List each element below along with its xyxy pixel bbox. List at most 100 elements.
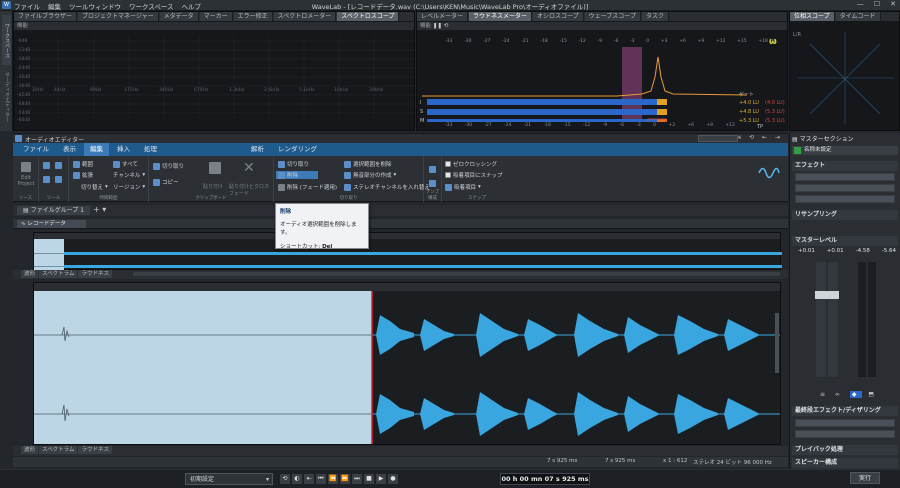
tab-ribbon-file[interactable]: ファイル — [17, 143, 55, 156]
tab-phase-scope[interactable]: 位相スコープ — [790, 12, 835, 21]
select-all-button[interactable]: すべて — [113, 160, 138, 168]
tab-ribbon-render[interactable]: レンダリング — [272, 143, 323, 156]
tab-file-browser[interactable]: ファイルブラウザー — [14, 12, 78, 21]
paste-button[interactable]: 貼り付け — [203, 183, 223, 190]
final-effect-slot[interactable] — [795, 430, 895, 438]
effect-slot[interactable] — [795, 195, 895, 203]
loudness-function-menu[interactable]: 機能 ❚❚ ⟲ — [417, 22, 787, 30]
goto-end-icon[interactable]: ⏭ — [352, 474, 362, 484]
edit-project-button[interactable]: Edit Project — [15, 175, 37, 187]
paste-icon[interactable] — [209, 162, 221, 174]
tab-spectroscope[interactable]: スペクトロスコープ — [337, 12, 400, 21]
speaker-config-header[interactable]: スピーカー構成 — [792, 458, 898, 468]
spectroscope-function-menu[interactable]: 機能 — [14, 22, 414, 30]
effect-slot[interactable] — [795, 184, 895, 192]
goto-start-icon[interactable]: ⏮ — [316, 474, 326, 484]
tab-ribbon-insert[interactable]: 挿入 — [111, 143, 136, 156]
tab-project-manager[interactable]: プロジェクトマネージャー — [78, 12, 159, 21]
extend-button[interactable]: 拡張 — [73, 171, 93, 179]
forward-icon[interactable]: ⏩ — [340, 474, 350, 484]
tab-wavescope[interactable]: ウェーブスコープ — [584, 12, 641, 21]
maximize-icon[interactable]: ☐ — [874, 0, 880, 8]
stop-icon[interactable]: ■ — [364, 474, 374, 484]
cursor-position[interactable]: 7 s 925 ms — [547, 458, 577, 464]
audio-editor-strip-tab[interactable]: オーディオエディター — [2, 69, 11, 124]
master-preset[interactable]: 名称未設定 — [792, 146, 898, 155]
magnet-items-button[interactable]: 吸着項目 ▾ — [445, 183, 481, 191]
range-button[interactable]: 範囲 — [73, 160, 93, 168]
power-icon[interactable] — [794, 147, 801, 154]
main-waveform[interactable] — [33, 282, 781, 445]
channel-button[interactable]: チャンネル ▾ — [113, 171, 145, 179]
resampling-header[interactable]: リサンプリング — [792, 210, 898, 220]
play-tool-icon[interactable] — [55, 176, 62, 183]
render-button[interactable]: 実行 — [850, 472, 880, 484]
add-file-group-icon[interactable]: + ▾ — [93, 205, 106, 214]
tab-level-meter[interactable]: レベルメーター — [417, 12, 469, 21]
swap-channels-button[interactable]: ステレオチャンネルを入れ替え — [344, 183, 430, 191]
final-effects-header[interactable]: 最終段エフェクト/ディザリング — [792, 406, 898, 416]
view-tab-loudness[interactable]: ラウドネス — [78, 446, 112, 454]
view-tab-spectrum[interactable]: スペクトラム — [39, 446, 78, 454]
arrow-tool-icon[interactable] — [43, 162, 50, 169]
close-icon[interactable]: ✕ — [890, 0, 896, 8]
tab-ribbon-analyze[interactable]: 解析 — [245, 143, 270, 156]
region-button[interactable]: リージョン ▾ — [113, 183, 145, 191]
vertical-scrollbar[interactable] — [775, 313, 779, 373]
temp-icon[interactable] — [429, 166, 436, 173]
time-display[interactable]: 00 h 00 mn 07 s 925 ms — [500, 473, 590, 485]
playback-processing-header[interactable]: プレイバック処理 — [792, 445, 898, 455]
zoom-factor[interactable]: x 1 : 612 — [663, 458, 687, 464]
tab-ribbon-process[interactable]: 処理 — [138, 143, 163, 156]
file-group-tab[interactable]: ▤ ファイルグループ 1 — [17, 206, 90, 215]
tab-timecode[interactable]: タイムコード — [835, 12, 881, 21]
tab-loudness-meter[interactable]: ラウドネスメーター — [469, 12, 533, 21]
copy-button[interactable]: コピー — [153, 178, 179, 186]
trim-button[interactable]: 切り取り — [278, 160, 309, 168]
rewind-icon[interactable]: ⏪ — [328, 474, 338, 484]
view-tab-spectrum[interactable]: スペクトラム — [39, 270, 78, 278]
tab-tasks[interactable]: タスク — [641, 12, 669, 21]
zero-crossing-checkbox[interactable]: ゼロクロッシング — [445, 160, 497, 168]
start-icon[interactable]: ⇤ — [304, 474, 314, 484]
selection-length[interactable]: 7 s 925 ms — [605, 458, 635, 464]
tab-spectrometer[interactable]: スペクトロメーター — [273, 12, 337, 21]
effects-header[interactable]: エフェクト — [792, 161, 898, 171]
final-effect-slot[interactable] — [795, 419, 895, 427]
view-tab-waveform[interactable]: 波形 — [21, 446, 39, 454]
pause-icon[interactable]: ❚❚ ⟲ — [433, 23, 449, 29]
transport-preset-dropdown[interactable]: 初期設定 ▾ — [185, 473, 273, 485]
toggle-button[interactable]: 切り替え ▾ — [81, 183, 108, 191]
mute-range-button[interactable]: 選択範囲を削除 — [344, 160, 392, 168]
view-tab-loudness[interactable]: ラウドネス — [78, 270, 112, 278]
tab-ribbon-edit[interactable]: 編集 — [84, 143, 109, 156]
workspace-strip-tab[interactable]: ワークスペース — [2, 15, 11, 65]
audio-format[interactable]: ステレオ 24 ビット 96 000 Hz — [693, 458, 772, 466]
temp-icon-2[interactable] — [429, 180, 436, 187]
tab-ribbon-view[interactable]: 表示 — [57, 143, 82, 156]
pencil-tool-icon[interactable] — [43, 176, 50, 183]
tab-error-correction[interactable]: エラー修正 — [233, 12, 273, 21]
document-tab[interactable]: ∿ レコードデータ — [17, 220, 86, 228]
master-meter-buttons[interactable]: ≡ ∞ ◆ ⬒ — [820, 391, 878, 398]
tab-oscilloscope[interactable]: オシロスコープ — [533, 12, 584, 21]
play-icon[interactable]: ▶ — [376, 474, 386, 484]
overview-waveform[interactable] — [33, 232, 782, 271]
effect-slot[interactable] — [795, 173, 895, 181]
tab-metadata[interactable]: メタデータ — [159, 12, 199, 21]
create-silence-button[interactable]: 無音部分の作成 ▾ — [344, 171, 396, 179]
delete-fade-button[interactable]: 削除 (フェード適用) — [278, 183, 337, 191]
punch-icon[interactable]: ◐ — [292, 474, 302, 484]
timeline-ruler[interactable] — [34, 283, 780, 291]
loop-icon[interactable]: ⟲ — [280, 474, 290, 484]
delete-button[interactable]: 削除 — [276, 171, 319, 179]
snap-to-magnet-checkbox[interactable]: 吸着項目にスナップ — [445, 171, 503, 179]
view-tab-waveform[interactable]: 波形 — [21, 270, 39, 278]
overview-scrollbar[interactable] — [132, 272, 780, 276]
tab-markers[interactable]: マーカー — [199, 12, 233, 21]
lock-icon[interactable]: ◆ — [849, 391, 863, 398]
edit-project-icon[interactable] — [21, 162, 31, 172]
minimize-icon[interactable]: — — [857, 0, 864, 8]
master-level-header[interactable]: マスターレベル — [792, 236, 898, 246]
record-icon[interactable]: ● — [388, 474, 398, 484]
